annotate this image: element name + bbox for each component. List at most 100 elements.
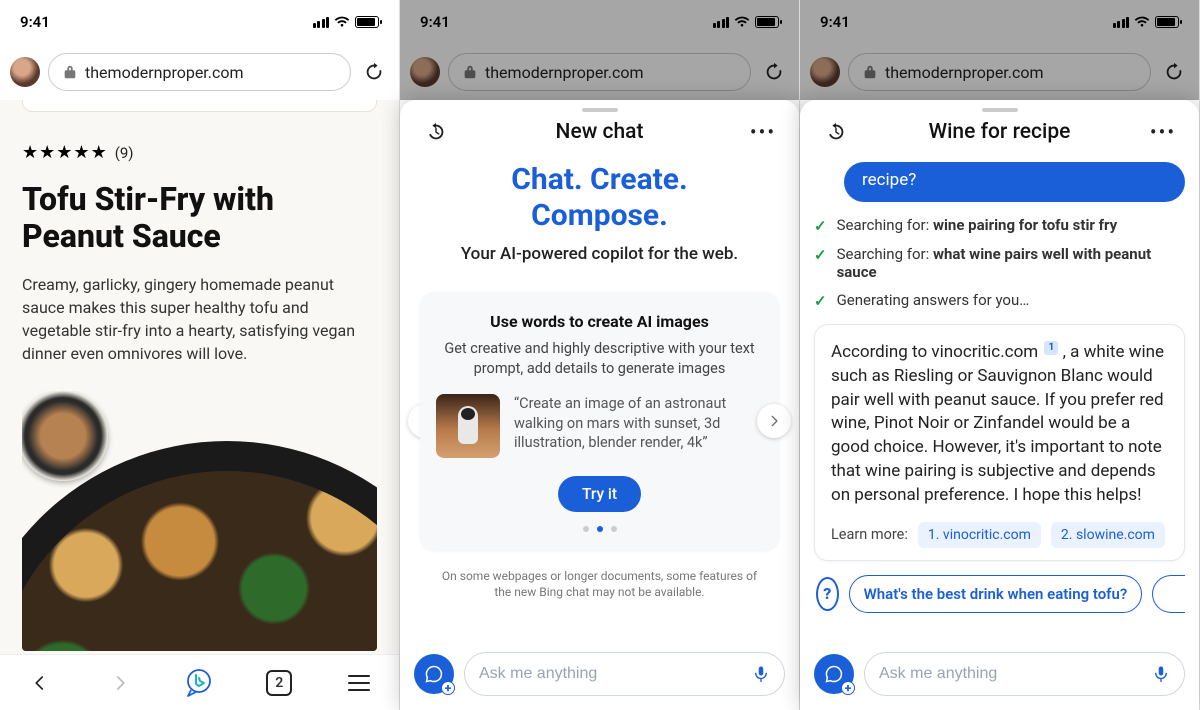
promo-card: Use words to create AI images Get creati… (420, 292, 779, 550)
chat-sheet: Wine for recipe ••• recipe? ✓ Searching … (800, 100, 1199, 710)
address-bar-row: themodernproper.com (800, 44, 1199, 100)
chat-body: recipe? ✓ Searching for: wine pairing fo… (800, 156, 1199, 642)
url-text: themodernproper.com (885, 63, 1044, 82)
carousel-next-button[interactable] (757, 404, 791, 438)
try-it-button[interactable]: Try it (558, 476, 641, 512)
promo-example-prompt: “Create an image of an astronaut walking… (514, 394, 763, 453)
progress-line: ✓ Generating answers for you… (814, 291, 1185, 310)
profile-avatar[interactable] (410, 57, 440, 87)
star-icon: ★ (22, 142, 38, 163)
history-icon (425, 121, 447, 143)
star-icon: ★ (39, 142, 55, 163)
menu-button[interactable] (337, 661, 381, 705)
chevron-right-icon (767, 414, 781, 428)
progress-text: Generating answers for you… (837, 291, 1030, 309)
new-topic-button[interactable]: + (814, 654, 854, 694)
history-button[interactable] (818, 121, 854, 143)
browser-toolbar: 2 (0, 654, 399, 710)
battery-icon (355, 16, 379, 28)
ask-input[interactable] (464, 652, 785, 696)
ask-textfield[interactable] (479, 665, 742, 683)
phone-panel-1: 9:41 themodernproper.com ★ ★ ★ ★ ★ (9) (0, 0, 400, 710)
check-icon: ✓ (814, 246, 827, 264)
learn-more-source[interactable]: 1. vinocritic.com (918, 522, 1041, 548)
address-bar[interactable]: themodernproper.com (448, 53, 751, 91)
citation-badge[interactable]: 1 (1044, 341, 1058, 355)
learn-more-source[interactable]: 2. slowine.com (1051, 522, 1165, 548)
recipe-hero-image (22, 391, 377, 651)
star-icon: ★ (91, 142, 107, 163)
status-indicators (313, 16, 380, 28)
chevron-left-icon (31, 674, 49, 692)
status-indicators (1113, 16, 1180, 28)
history-button[interactable] (418, 121, 454, 143)
assistant-answer-text: According to vinocritic.com 1 , a white … (831, 341, 1168, 508)
cellular-icon (713, 17, 730, 28)
tabs-button[interactable]: 2 (257, 661, 301, 705)
refresh-button[interactable] (359, 57, 389, 87)
chat-sheet: New chat ••• Chat. Create. Compose. Your… (400, 100, 799, 710)
user-message-bubble: recipe? (844, 162, 1185, 202)
status-time: 9:41 (420, 13, 450, 31)
status-indicators (713, 16, 780, 28)
star-icons: ★ ★ ★ ★ ★ (22, 142, 107, 163)
back-button[interactable] (18, 661, 62, 705)
ask-input-row: + (400, 642, 799, 710)
copilot-button[interactable] (177, 661, 221, 705)
promo-example-image (436, 394, 500, 458)
progress-prefix: Searching for: (837, 245, 933, 263)
suggestion-chip[interactable]: What's the best drink when eating tofu? (849, 575, 1143, 613)
status-bar: 9:41 (400, 0, 799, 44)
tab-count-badge: 2 (266, 670, 292, 696)
hero-line-2: Compose. (420, 198, 779, 234)
address-bar-row: themodernproper.com (400, 44, 799, 100)
sauce-bowl-image (22, 391, 108, 481)
phone-panel-2: 9:41 themodernproper.com New chat ••• Ch… (400, 0, 800, 710)
rating-row[interactable]: ★ ★ ★ ★ ★ (9) (22, 142, 377, 163)
recipe-title: Tofu Stir-Fry with Peanut Sauce (22, 181, 377, 255)
lock-icon (863, 64, 877, 80)
suggestion-chip-partial[interactable] (1152, 575, 1185, 613)
refresh-icon (363, 61, 385, 83)
sheet-grabber[interactable] (582, 108, 618, 112)
chevron-right-icon (111, 674, 129, 692)
star-icon: ★ (73, 142, 89, 163)
microphone-icon[interactable] (752, 663, 770, 685)
battery-icon (1155, 16, 1179, 28)
sheet-header: Wine for recipe ••• (800, 116, 1199, 156)
plus-badge-icon: + (841, 681, 855, 695)
promo-description: Get creative and highly descriptive with… (436, 339, 763, 378)
address-bar[interactable]: themodernproper.com (848, 53, 1151, 91)
ask-textfield[interactable] (879, 665, 1142, 683)
wifi-icon (1134, 16, 1150, 28)
new-topic-button[interactable]: + (414, 654, 454, 694)
promo-title: Use words to create AI images (436, 312, 763, 331)
sheet-grabber[interactable] (982, 108, 1018, 112)
suggestion-help-icon[interactable]: ? (816, 577, 839, 611)
status-time: 9:41 (820, 13, 850, 31)
chat-bubble-icon (424, 664, 444, 684)
rating-count: (9) (115, 144, 134, 162)
refresh-button[interactable] (1159, 57, 1189, 87)
more-button[interactable]: ••• (1145, 120, 1181, 144)
profile-avatar[interactable] (810, 57, 840, 87)
wifi-icon (734, 16, 750, 28)
refresh-button[interactable] (759, 57, 789, 87)
cellular-icon (313, 17, 330, 28)
refresh-icon (763, 61, 785, 83)
learn-more-row: Learn more: 1. vinocritic.com 2. slowine… (831, 522, 1168, 548)
ask-input[interactable] (864, 652, 1185, 696)
address-bar[interactable]: themodernproper.com (48, 53, 351, 91)
history-icon (825, 121, 847, 143)
profile-avatar[interactable] (10, 57, 40, 87)
page-content: ★ ★ ★ ★ ★ (9) Tofu Stir-Fry with Peanut … (0, 100, 399, 654)
forward-button[interactable] (98, 661, 142, 705)
lock-icon (463, 64, 477, 80)
microphone-icon[interactable] (1152, 663, 1170, 685)
address-bar-row: themodernproper.com (0, 44, 399, 100)
carousel-indicator (436, 526, 763, 532)
progress-line: ✓ Searching for: what wine pairs well wi… (814, 245, 1185, 281)
recipe-description: Creamy, garlicky, gingery homemade peanu… (22, 273, 377, 366)
new-chat-body: Chat. Create. Compose. Your AI-powered c… (400, 156, 799, 642)
more-button[interactable]: ••• (745, 120, 781, 144)
